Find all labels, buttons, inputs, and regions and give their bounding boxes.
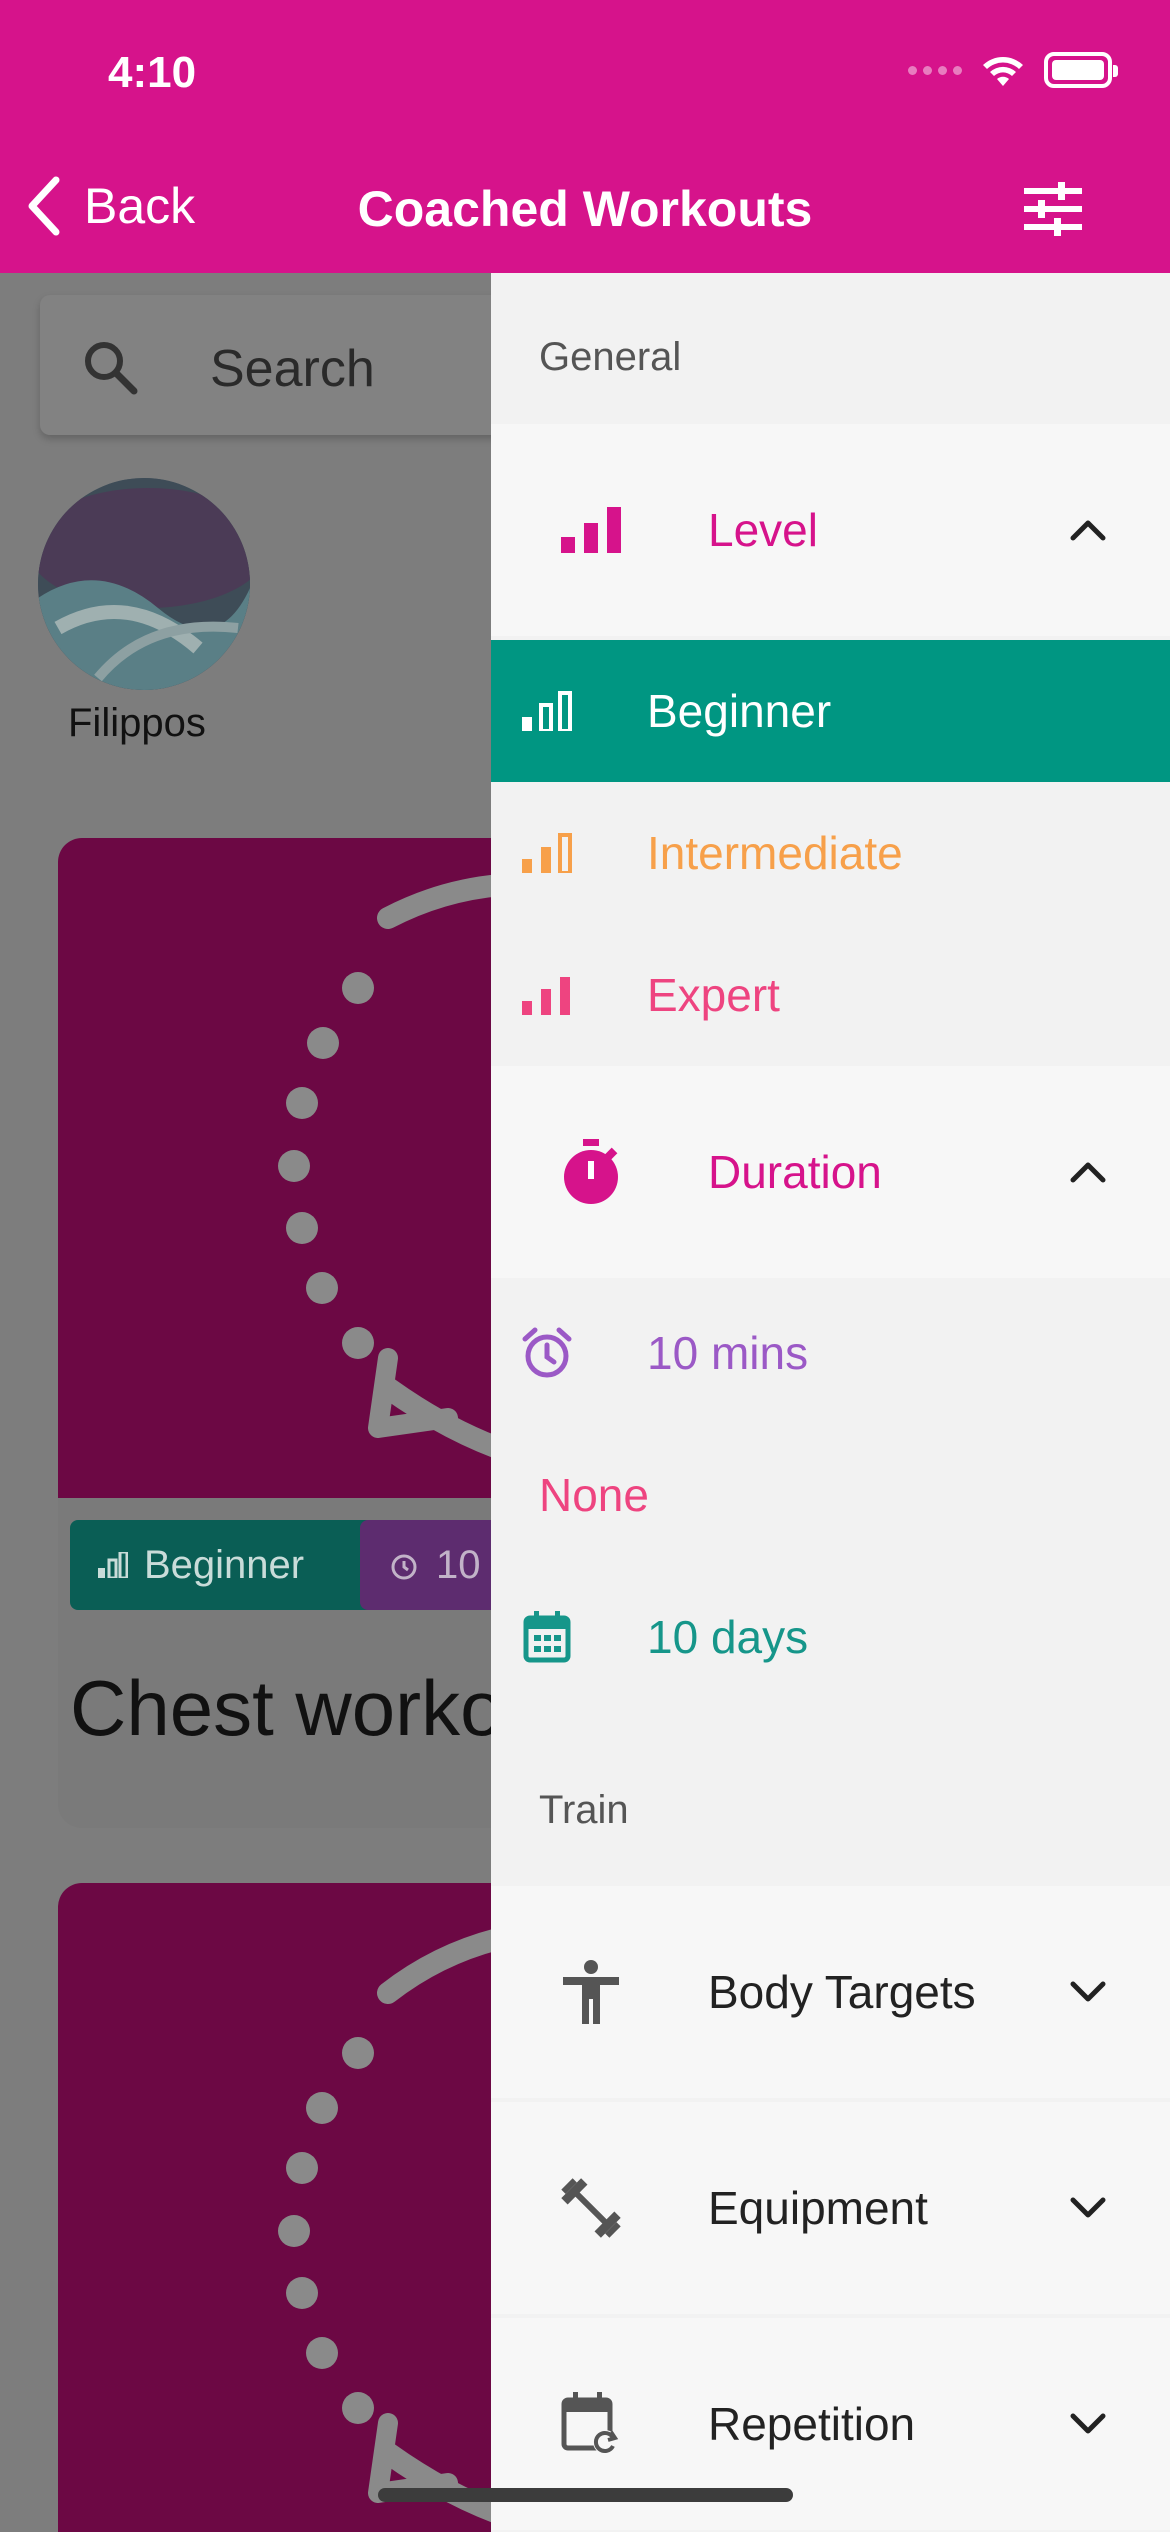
cellular-signal-icon: [908, 65, 962, 75]
duration-option-none[interactable]: None: [491, 1424, 1170, 1566]
calendar-icon: [515, 1605, 579, 1669]
level-option-beginner[interactable]: Beginner: [491, 640, 1170, 782]
level-tag-label: Beginner: [144, 1542, 305, 1587]
signal-bars-icon: [515, 963, 579, 1027]
chevron-up-icon: [1070, 520, 1106, 541]
level-tag: Beginner: [70, 1520, 396, 1610]
level-option-expert[interactable]: Expert: [491, 924, 1170, 1066]
signal-bars-icon: [515, 679, 579, 743]
section-train-title: Train: [539, 1788, 629, 1832]
equipment-label: Equipment: [708, 2182, 928, 2234]
repetition-label: Repetition: [708, 2398, 916, 2450]
chevron-down-icon: [1070, 2413, 1106, 2434]
section-general-title: General: [539, 335, 682, 379]
body-targets-header[interactable]: Body Targets: [491, 1886, 1170, 2098]
duration-option-10-days[interactable]: 10 days: [491, 1566, 1170, 1708]
battery-icon: [1044, 52, 1118, 88]
alarm-icon: [391, 1554, 417, 1580]
page-title: Coached Workouts: [357, 181, 813, 237]
signal-bars-icon: [98, 1552, 128, 1578]
chevron-up-icon: [1070, 1162, 1106, 1183]
body-targets-label: Body Targets: [708, 1966, 976, 2018]
equipment-header[interactable]: Equipment: [491, 2102, 1170, 2314]
signal-bars-icon: [515, 821, 579, 885]
chevron-down-icon: [1070, 1981, 1106, 2002]
duration-option-label: 10 mins: [647, 1327, 809, 1379]
level-label: Level: [708, 504, 818, 556]
home-indicator[interactable]: [378, 2488, 793, 2502]
wifi-icon: [983, 57, 1023, 86]
level-header[interactable]: Level: [491, 424, 1170, 636]
coach-avatar[interactable]: [38, 478, 250, 690]
duration-option-label: None: [539, 1469, 649, 1521]
search-icon: [85, 342, 138, 395]
level-option-intermediate[interactable]: Intermediate: [491, 782, 1170, 924]
level-option-label: Expert: [647, 969, 780, 1021]
search-placeholder: Search: [210, 340, 375, 398]
filter-button[interactable]: [1024, 182, 1082, 241]
calendar-repeat-icon: [559, 2392, 623, 2456]
person-icon: [559, 1960, 623, 2024]
level-option-label: Beginner: [647, 685, 832, 737]
duration-label: Duration: [708, 1146, 882, 1198]
duration-option-10-mins[interactable]: 10 mins: [491, 1282, 1170, 1424]
signal-bars-icon: [559, 498, 623, 562]
dumbbell-icon: [559, 2176, 623, 2240]
filter-drawer: General Level Beginner Intermediate Expe…: [491, 273, 1170, 2532]
duration-tag-label: 10: [436, 1542, 481, 1587]
duration-option-label: 10 days: [647, 1611, 809, 1663]
sliders-icon: [1024, 182, 1082, 236]
level-option-label: Intermediate: [647, 827, 903, 879]
duration-header[interactable]: Duration: [491, 1066, 1170, 1278]
status-icons: [908, 52, 1118, 88]
coach-name: Filippos: [68, 701, 206, 745]
alarm-icon: [515, 1321, 579, 1385]
chevron-down-icon: [1070, 2197, 1106, 2218]
stopwatch-icon: [559, 1139, 623, 1204]
top-bar: 4:10 Back Coached Workouts: [0, 0, 1170, 273]
status-time: 4:10: [108, 48, 197, 97]
